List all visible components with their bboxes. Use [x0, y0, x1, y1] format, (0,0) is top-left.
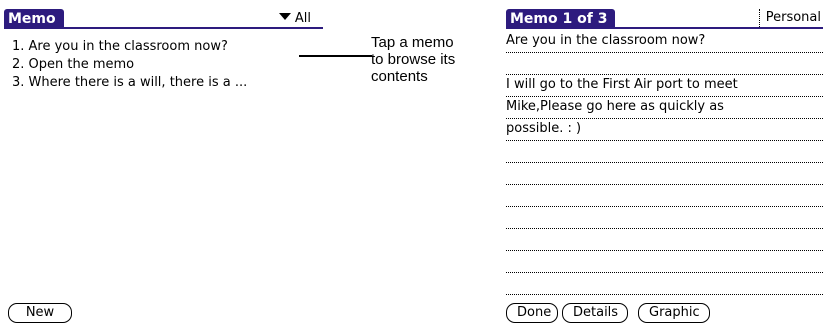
app-title: Memo [4, 9, 64, 29]
memo-line [506, 251, 823, 273]
memo-list-item[interactable]: 2. Open the memo [12, 56, 247, 74]
title-bar: Memo 1 of 3 Personal [502, 9, 823, 29]
graphic-button[interactable]: Graphic [638, 303, 710, 323]
dropdown-triangle-icon [278, 13, 291, 20]
memo-line [506, 163, 823, 185]
details-button[interactable]: Details [562, 303, 628, 323]
new-button[interactable]: New [8, 303, 72, 323]
done-button[interactable]: Done [506, 303, 558, 323]
memo-list-screen: Memo All 1. Are you in the classroom now… [0, 0, 323, 330]
memo-line: Are you in the classroom now? [506, 31, 823, 53]
memo-line: Mike,Please go here as quickly as [506, 97, 823, 119]
memo-view-screen: Memo 1 of 3 Personal Are you in the clas… [502, 0, 823, 330]
callout-line: to browse its [371, 51, 456, 68]
memo-list-item[interactable]: 3. Where there is a will, there is a ... [12, 74, 247, 92]
callout-line: contents [371, 68, 428, 85]
callout-line: Tap a memo [371, 34, 454, 51]
title-bar: Memo All [0, 9, 323, 29]
memo-line: I will go to the First Air port to meet [506, 75, 823, 97]
memo-text-area[interactable]: Are you in the classroom now? I will go … [506, 31, 823, 295]
title-rule [506, 27, 823, 29]
memo-list-item[interactable]: 1. Are you in the classroom now? [12, 38, 247, 56]
callout-annotation: Tap a memo to browse its contents [371, 34, 455, 85]
memo-line [506, 185, 823, 207]
callout-leader-line [299, 55, 372, 57]
memo-line: possible. : ) [506, 119, 823, 141]
memo-line [506, 207, 823, 229]
title-rule [4, 27, 323, 29]
memo-list: 1. Are you in the classroom now? 2. Open… [12, 38, 247, 92]
memo-line [506, 53, 823, 75]
memo-line [506, 229, 823, 251]
category-label: All [294, 11, 311, 26]
memo-title: Memo 1 of 3 [506, 9, 616, 29]
category-selector[interactable]: Personal [758, 9, 823, 27]
category-picker[interactable]: All [278, 10, 311, 28]
memo-line [506, 141, 823, 163]
memo-line [506, 273, 823, 295]
